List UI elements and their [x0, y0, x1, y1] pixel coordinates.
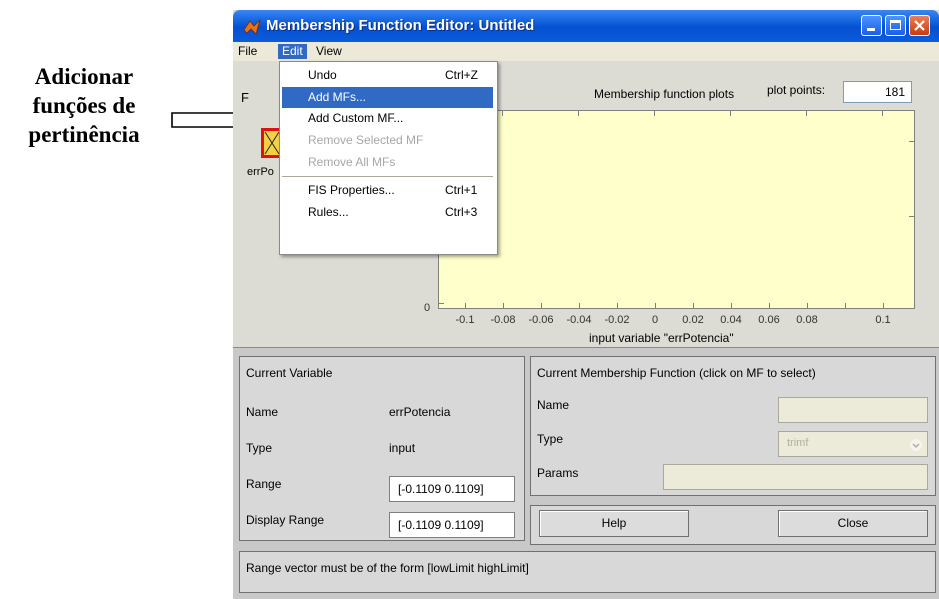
range-input[interactable]: [-0.1109 0.1109]	[389, 476, 515, 502]
menu-edit[interactable]: Edit	[278, 44, 307, 59]
matlab-logo-icon	[243, 18, 261, 35]
top-tick	[882, 111, 883, 116]
variable-name-value: errPotencia	[389, 405, 451, 419]
help-button[interactable]: Help	[539, 510, 689, 537]
plot-points-input[interactable]: 181	[843, 81, 912, 103]
bottom-tick	[655, 303, 656, 308]
maximize-button[interactable]	[885, 15, 906, 36]
menu-item-label: Remove Selected MF	[308, 133, 424, 147]
menu-item-add-mfs[interactable]: Add MFs...	[282, 87, 493, 108]
plot-title: Membership function plots	[594, 87, 735, 101]
current-mf-header: Current Membership Function (click on MF…	[537, 366, 816, 380]
x-tick-label: 0.04	[720, 314, 742, 326]
mf-type-label: Type	[537, 432, 564, 446]
menu-item-label: Undo	[308, 68, 337, 82]
menu-bar: File Edit View	[233, 42, 939, 61]
display-range-input[interactable]: [-0.1109 0.1109]	[389, 512, 515, 538]
bottom-tick	[845, 303, 846, 308]
x-tick-label: 0	[651, 314, 659, 326]
bottom-tick	[617, 303, 618, 308]
annotation-text: Adicionar funções de pertinência	[0, 62, 168, 149]
bottom-tick	[465, 303, 466, 308]
x-tick-label: 0.06	[758, 314, 780, 326]
x-tick-label: -0.1	[455, 314, 475, 326]
top-tick	[806, 111, 807, 116]
mf-name-label: Name	[537, 398, 570, 412]
range-label: Range	[246, 477, 282, 491]
menu-item-label: Remove All MFs	[308, 155, 396, 169]
x-tick-label: -0.06	[528, 314, 554, 326]
bottom-tick	[883, 303, 884, 308]
menu-item-label: FIS Properties...	[308, 183, 395, 197]
menu-item-shortcut: Ctrl+1	[445, 183, 478, 197]
variable-type-value: input	[389, 441, 416, 455]
menu-item-remove-selected-mf[interactable]: Remove Selected MF	[282, 130, 493, 151]
bottom-tick	[807, 303, 808, 308]
membership-plot-area[interactable]	[438, 110, 915, 309]
menu-item-label: Add MFs...	[308, 90, 367, 104]
bottom-tick	[579, 303, 580, 308]
x-tick-label: -0.08	[490, 314, 516, 326]
bottom-tick	[541, 303, 542, 308]
x-tick-label: 0.1	[875, 314, 891, 326]
mf-params-label: Params	[537, 466, 579, 480]
menu-item-fis-properties[interactable]: FIS Properties... Ctrl+1	[282, 180, 493, 201]
menu-item-shortcut: Ctrl+Z	[445, 68, 478, 82]
right-tick	[909, 141, 914, 142]
menu-item-remove-all-mfs[interactable]: Remove All MFs	[282, 152, 493, 173]
x-tick-label: -0.02	[604, 314, 630, 326]
menu-separator	[282, 176, 493, 177]
bottom-tick	[693, 303, 694, 308]
menu-item-shortcut: Ctrl+3	[445, 205, 478, 219]
fis-variables-label-partial: F	[241, 90, 249, 105]
close-window-button[interactable]	[909, 15, 930, 36]
menu-item-undo[interactable]: Undo Ctrl+Z	[282, 65, 493, 86]
menu-item-label: Rules...	[308, 205, 349, 219]
menu-view[interactable]: View	[312, 44, 346, 59]
variable-name-label: Name	[246, 405, 279, 419]
bottom-tick	[769, 303, 770, 308]
menu-file[interactable]: File	[234, 44, 261, 59]
plot-points-label: plot points:	[767, 83, 826, 97]
x-tick-label: -0.04	[566, 314, 592, 326]
variable-label-partial: errPo	[247, 166, 274, 178]
y-tick-label: 0	[424, 302, 431, 314]
minimize-icon	[867, 28, 875, 31]
close-button[interactable]: Close	[778, 510, 928, 537]
status-message: Range vector must be of the form [lowLim…	[246, 561, 529, 575]
annotation-line-1: Adicionar	[34, 64, 134, 89]
display-range-label: Display Range	[246, 513, 325, 527]
mf-type-value: trimf	[787, 437, 809, 449]
annotation-line-2: funções de	[32, 93, 136, 118]
bottom-tick	[731, 303, 732, 308]
right-tick	[909, 216, 914, 217]
mf-params-input[interactable]	[663, 464, 928, 490]
current-variable-header: Current Variable	[246, 366, 333, 380]
bottom-tick	[503, 303, 504, 308]
x-tick-label: 0.08	[796, 314, 818, 326]
mf-type-select[interactable]: trimf	[778, 431, 928, 457]
annotation-line-3: pertinência	[28, 122, 140, 147]
close-icon	[914, 20, 925, 31]
mf-name-input[interactable]	[778, 397, 928, 423]
x-tick-label: 0.02	[682, 314, 704, 326]
menu-item-label: Add Custom MF...	[308, 111, 404, 125]
menu-item-rules[interactable]: Rules... Ctrl+3	[282, 202, 493, 223]
edit-menu-dropdown: Undo Ctrl+Z Add MFs... Add Custom MF... …	[279, 61, 498, 255]
membership-function-editor-window: Membership Function Editor: Untitled Fil…	[233, 10, 939, 599]
window-title: Membership Function Editor: Untitled	[266, 17, 535, 34]
left-tick	[439, 303, 444, 304]
top-tick	[502, 111, 503, 116]
cross-icon	[264, 131, 280, 155]
top-tick	[578, 111, 579, 116]
menu-item-add-custom-mf[interactable]: Add Custom MF...	[282, 108, 493, 129]
variable-type-label: Type	[246, 441, 273, 455]
top-tick	[730, 111, 731, 116]
chevron-down-icon	[910, 439, 922, 451]
top-tick	[654, 111, 655, 116]
maximize-icon	[890, 20, 901, 30]
minimize-button[interactable]	[861, 15, 882, 36]
title-bar[interactable]: Membership Function Editor: Untitled	[233, 10, 939, 42]
x-axis-label: input variable "errPotencia"	[589, 331, 734, 345]
